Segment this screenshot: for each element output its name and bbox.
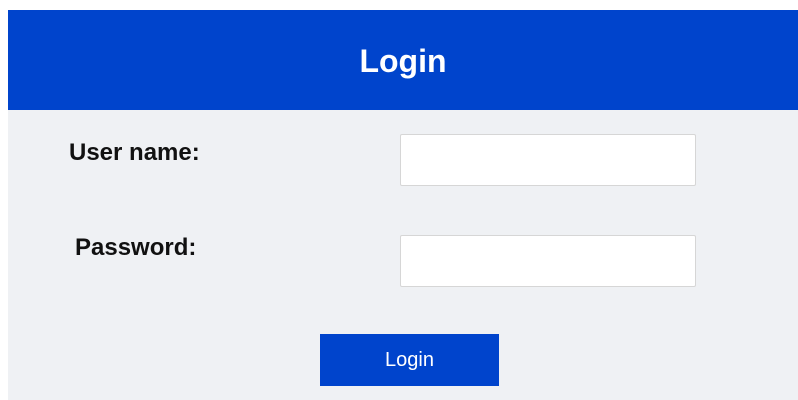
username-label: User name:: [69, 139, 200, 166]
password-label: Password:: [75, 234, 197, 261]
login-panel: Login User name: Password: Login: [8, 10, 798, 400]
login-header: Login: [8, 10, 798, 110]
password-input[interactable]: [400, 235, 696, 287]
username-input[interactable]: [400, 134, 696, 186]
login-title: Login: [359, 42, 447, 79]
login-button[interactable]: Login: [320, 334, 499, 386]
